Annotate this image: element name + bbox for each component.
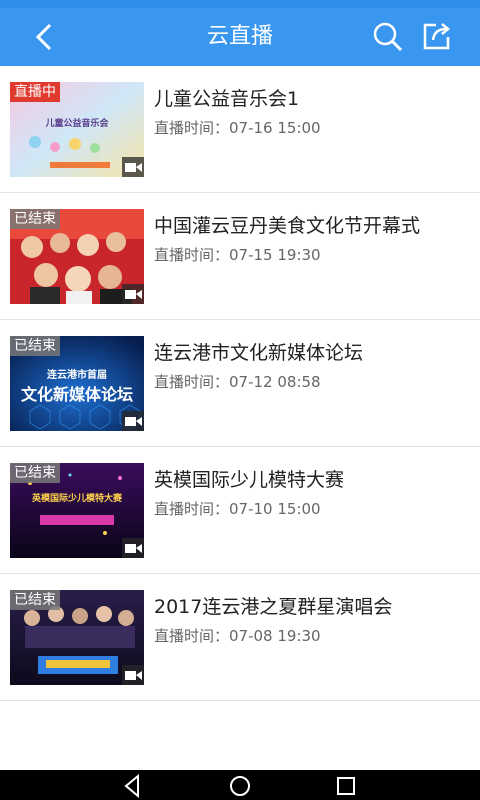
status-badge: 已结束 xyxy=(10,463,60,483)
thumbnail: 已结束 xyxy=(10,209,144,304)
item-time: 直播时间：07-15 19:30 xyxy=(154,246,321,264)
list-item[interactable]: 已结束 中国灌云豆丹美食文化节开幕式 直播时间：07-15 19:30 xyxy=(0,193,480,320)
item-title: 中国灌云豆丹美食文化节开幕式 xyxy=(154,215,421,237)
app-bar: 云直播 xyxy=(0,8,480,66)
system-nav-bar xyxy=(0,770,480,800)
thumbnail-title: 英模国际少儿模特大赛 xyxy=(31,494,122,504)
status-badge: 已结束 xyxy=(10,590,60,610)
list-item[interactable]: 儿童公益音乐会 直播中 儿童公益音乐会1 直播时间：07-16 15:00 xyxy=(0,66,480,193)
video-camera-icon xyxy=(122,284,144,304)
video-camera-icon xyxy=(122,157,144,177)
video-camera-icon xyxy=(122,411,144,431)
live-list: 儿童公益音乐会 直播中 儿童公益音乐会1 直播时间：07-16 15:00 已结… xyxy=(0,66,480,701)
status-badge: 直播中 xyxy=(10,82,60,102)
item-title: 2017连云港之夏群星演唱会 xyxy=(154,596,393,618)
search-icon[interactable] xyxy=(372,21,404,53)
thumbnail: 连云港市首届 文化新媒体论坛 已结束 xyxy=(10,336,144,431)
status-badge: 已结束 xyxy=(10,209,60,229)
item-title: 连云港市文化新媒体论坛 xyxy=(154,342,364,364)
list-item[interactable]: 已结束 2017连云港之夏群星演唱会 直播时间：07-08 19:30 xyxy=(0,574,480,701)
page-title: 云直播 xyxy=(206,24,273,49)
status-bar xyxy=(0,0,480,8)
item-title: 儿童公益音乐会1 xyxy=(154,88,300,110)
share-icon[interactable] xyxy=(420,20,452,52)
thumbnail-line-2: 文化新媒体论坛 xyxy=(20,385,133,404)
thumbnail: 英模国际少儿模特大赛 已结束 xyxy=(10,463,144,558)
item-time: 直播时间：07-08 19:30 xyxy=(154,627,321,645)
item-time: 直播时间：07-12 08:58 xyxy=(154,373,321,391)
list-item[interactable]: 连云港市首届 文化新媒体论坛 已结束 连云港市文化新媒体论坛 直播时间：07-1… xyxy=(0,320,480,447)
item-time: 直播时间：07-10 15:00 xyxy=(154,500,321,518)
thumbnail-line-1: 连云港市首届 xyxy=(47,370,107,381)
nav-back-icon[interactable] xyxy=(120,774,144,798)
status-badge: 已结束 xyxy=(10,336,60,356)
video-camera-icon xyxy=(122,538,144,558)
thumbnail: 已结束 xyxy=(10,590,144,685)
thumbnail: 儿童公益音乐会 直播中 xyxy=(10,82,144,177)
list-item[interactable]: 英模国际少儿模特大赛 已结束 英模国际少儿模特大赛 直播时间：07-10 15:… xyxy=(0,447,480,574)
nav-recents-icon[interactable] xyxy=(334,774,358,798)
thumbnail-title: 儿童公益音乐会 xyxy=(45,119,109,129)
item-time: 直播时间：07-16 15:00 xyxy=(154,119,321,137)
item-title: 英模国际少儿模特大赛 xyxy=(154,469,345,491)
nav-home-icon[interactable] xyxy=(228,774,252,798)
video-camera-icon xyxy=(122,665,144,685)
